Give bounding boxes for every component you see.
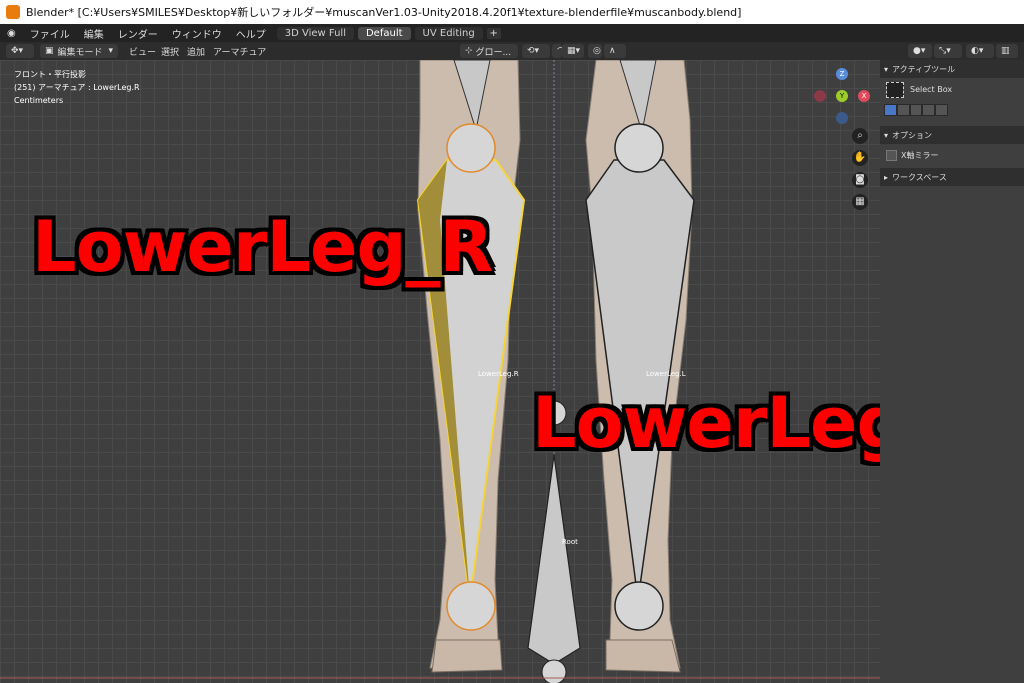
select-set-icon[interactable] bbox=[885, 105, 896, 115]
options-header[interactable]: ▾ オプション bbox=[880, 126, 1024, 144]
viewport-scene bbox=[0, 60, 880, 683]
grid-view-icon[interactable]: ▦ bbox=[852, 194, 868, 210]
gizmo-toggle-icon[interactable]: ⤡▾ bbox=[934, 44, 962, 58]
active-object-label: (251) アーマチュア : LowerLeg.R bbox=[14, 83, 140, 92]
bone-label-lower-leg-l: LowerLeg.L bbox=[646, 370, 686, 378]
pivot-point-icon[interactable]: ⟲▾ bbox=[522, 44, 550, 58]
editor-type-icon[interactable]: ✥▾ bbox=[6, 44, 34, 58]
pan-hand-icon[interactable]: ✋ bbox=[852, 150, 868, 166]
mode-dropdown[interactable]: ▣ 編集モード ▾ bbox=[40, 44, 118, 58]
right-foot-mesh bbox=[431, 639, 503, 673]
lower-leg-l-head-joint bbox=[614, 123, 664, 173]
workspace-header[interactable]: ▸ ワークスペース bbox=[880, 168, 1024, 186]
gizmo-x-axis[interactable]: X bbox=[858, 90, 870, 102]
view-name-label: フロント・平行投影 bbox=[14, 70, 86, 79]
selection-mode-buttons bbox=[884, 104, 948, 116]
blender-logo-icon bbox=[6, 5, 20, 19]
overlay-label-lower-leg-r: LowerLeg_R bbox=[32, 206, 493, 288]
active-tool-header[interactable]: ▾ アクティブツール bbox=[880, 60, 1024, 78]
left-foot-mesh bbox=[605, 639, 681, 673]
bone-label-lower-leg-r: LowerLeg.R bbox=[478, 370, 519, 378]
top-menu-bar: ◉ ファイル 編集 レンダー ウィンドウ ヘルプ 3D View Full De… bbox=[0, 24, 1024, 42]
active-tool-name: Select Box bbox=[910, 85, 953, 94]
expand-arrow-icon: ▾ bbox=[884, 64, 889, 74]
tab-3d-view-full[interactable]: 3D View Full bbox=[276, 26, 354, 40]
tab-uv-editing[interactable]: UV Editing bbox=[414, 26, 483, 40]
zoom-icon[interactable]: ⌕ bbox=[852, 128, 868, 144]
select-box-icon[interactable] bbox=[886, 82, 904, 98]
tool-settings-panel: ▾ アクティブツール Select Box ▾ オプション X軸ミラー ▸ ワー… bbox=[880, 60, 1024, 683]
overlay-label-lower-leg-l: LowerLeg_L bbox=[532, 382, 880, 464]
viewport-info: フロント・平行投影 (251) アーマチュア : LowerLeg.R Cent… bbox=[14, 68, 140, 107]
3d-viewport[interactable]: フロント・平行投影 (251) アーマチュア : LowerLeg.R Cent… bbox=[0, 60, 880, 683]
root-tail-joint bbox=[541, 659, 567, 683]
lower-leg-r-tail-joint bbox=[446, 581, 496, 631]
falloff-icon[interactable]: ∧ bbox=[604, 44, 626, 58]
menu-select[interactable]: 選択 bbox=[156, 44, 184, 58]
collapse-arrow-icon: ▸ bbox=[884, 172, 889, 182]
overlay-toggle-icon[interactable]: ◐▾ bbox=[966, 44, 994, 58]
x-mirror-checkbox[interactable] bbox=[886, 150, 897, 161]
gizmo-z-axis[interactable]: Z bbox=[836, 68, 848, 80]
lower-leg-r-head-joint bbox=[446, 123, 496, 173]
select-intersect-icon[interactable] bbox=[936, 105, 947, 115]
x-mirror-option[interactable]: X軸ミラー bbox=[886, 150, 938, 161]
add-workspace-button[interactable]: + bbox=[486, 27, 501, 39]
transform-orientation-dropdown[interactable]: ⊹ グロー... bbox=[460, 44, 518, 58]
lower-leg-l-tail-joint bbox=[614, 581, 664, 631]
gizmo-neg-x-axis[interactable] bbox=[814, 90, 826, 102]
bone-label-root: Root bbox=[562, 538, 578, 546]
menu-edit[interactable]: 編集 bbox=[77, 26, 111, 41]
expand-arrow-icon: ▾ bbox=[884, 130, 889, 140]
select-extend-icon[interactable] bbox=[897, 105, 909, 115]
menu-armature[interactable]: アーマチュア bbox=[208, 44, 271, 58]
menu-window[interactable]: ウィンドウ bbox=[165, 26, 229, 41]
root-bone bbox=[527, 454, 581, 665]
gizmo-y-axis[interactable]: Y bbox=[836, 90, 848, 102]
select-subtract-icon[interactable] bbox=[910, 105, 922, 115]
orientation-icon: ⊹ bbox=[465, 46, 473, 56]
chevron-down-icon: ▾ bbox=[108, 46, 113, 56]
select-invert-icon[interactable] bbox=[923, 105, 935, 115]
window-title-bar: Blender* [C:¥Users¥SMILES¥Desktop¥新しいフォル… bbox=[0, 0, 1024, 24]
xray-toggle-icon[interactable]: ▥ bbox=[996, 44, 1018, 58]
snap-icon[interactable]: ⌒ bbox=[552, 44, 566, 58]
snap-target-icon[interactable]: ▦▾ bbox=[562, 44, 584, 58]
menu-render[interactable]: レンダー bbox=[111, 26, 165, 41]
blender-menu-icon[interactable]: ◉ bbox=[0, 28, 23, 39]
menu-help[interactable]: ヘルプ bbox=[229, 26, 273, 41]
window-title: Blender* [C:¥Users¥SMILES¥Desktop¥新しいフォル… bbox=[26, 6, 742, 19]
menu-file[interactable]: ファイル bbox=[23, 26, 77, 41]
gizmo-neg-z-axis[interactable] bbox=[836, 112, 848, 124]
proportional-edit-icon[interactable]: ◎ bbox=[588, 44, 602, 58]
menu-add[interactable]: 追加 bbox=[182, 44, 210, 58]
edit-mode-icon: ▣ bbox=[45, 46, 54, 56]
viewport-header: ✥▾ ▣ 編集モード ▾ ビュー 選択 追加 アーマチュア ⊹ グロー... ⟲… bbox=[0, 42, 1024, 60]
units-label: Centimeters bbox=[14, 96, 64, 105]
visibility-icon[interactable]: ●▾ bbox=[908, 44, 932, 58]
tab-default[interactable]: Default bbox=[357, 26, 411, 40]
camera-icon[interactable]: ◙ bbox=[852, 172, 868, 188]
